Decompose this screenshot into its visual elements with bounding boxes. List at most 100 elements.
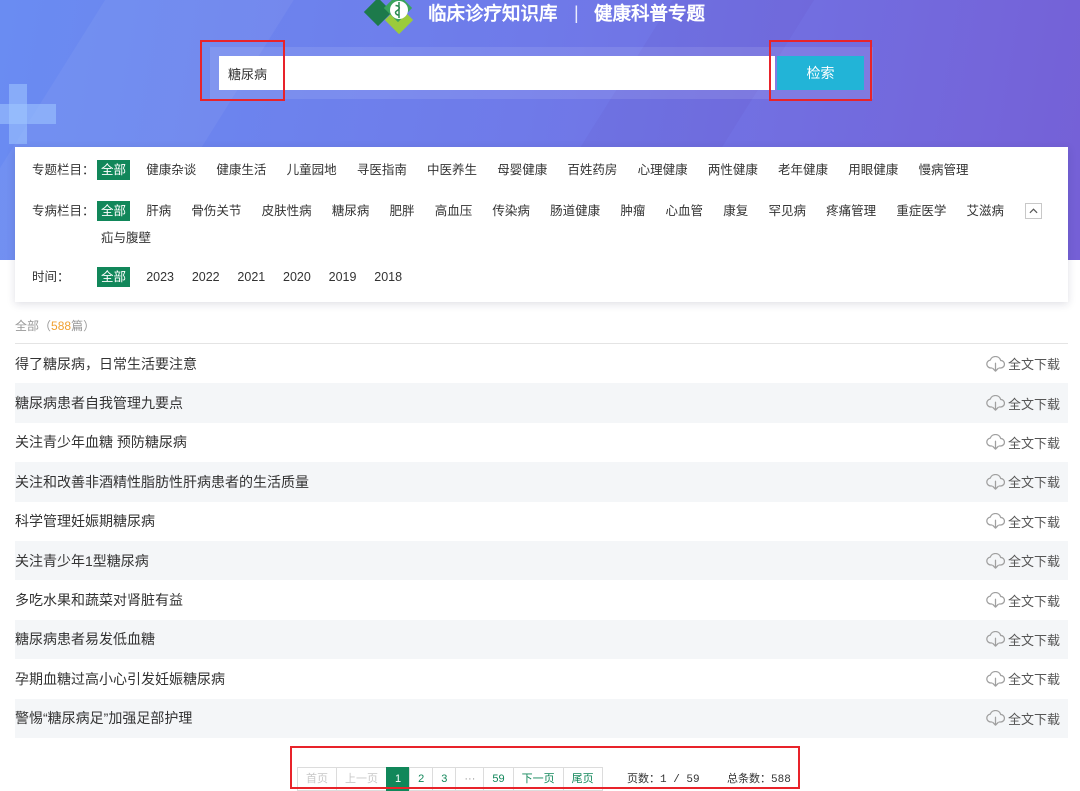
full-text-download-link[interactable]: 全文下载 — [986, 709, 1060, 728]
download-label: 全文下载 — [1007, 357, 1060, 373]
result-title-link[interactable]: 关注青少年血糖 预防糖尿病 — [15, 432, 187, 452]
page-info-value: 1 / 59 — [660, 774, 700, 786]
medical-cross-decoration — [0, 104, 56, 124]
result-title-link[interactable]: 关注和改善非酒精性脂肪性肝病患者的生活质量 — [15, 472, 309, 492]
disease-filter-option[interactable]: 疝与腹壁 — [97, 228, 155, 248]
first-page-button[interactable]: 首页 — [297, 767, 337, 791]
disease-filter-label: 专病栏目： — [32, 204, 95, 218]
disease-filter-option[interactable]: 肝病 — [142, 201, 175, 221]
download-label: 全文下载 — [1007, 396, 1060, 412]
full-text-download-link[interactable]: 全文下载 — [986, 551, 1060, 570]
topic-filter-label: 专题栏目： — [32, 163, 95, 177]
collapse-filter-button[interactable] — [1025, 203, 1042, 219]
download-label: 全文下载 — [1007, 711, 1060, 727]
disease-filter-option[interactable]: 肥胖 — [386, 201, 419, 221]
full-text-download-link[interactable]: 全文下载 — [986, 394, 1060, 413]
result-list: 得了糖尿病，日常生活要注意 全文下载 糖尿病患者自我管理九要点 全文下载 关注青… — [15, 344, 1068, 738]
time-filter-option[interactable]: 2018 — [370, 267, 406, 287]
full-text-download-link[interactable]: 全文下载 — [986, 630, 1060, 649]
disease-filter-option[interactable]: 重症医学 — [892, 201, 950, 221]
disease-filter-option[interactable]: 肠道健康 — [546, 201, 604, 221]
next-page-button[interactable]: 下一页 — [512, 767, 564, 791]
topic-filter-option[interactable]: 健康生活 — [212, 160, 270, 180]
cloud-download-icon — [986, 513, 1005, 530]
time-filter-all-chip[interactable]: 全部 — [97, 267, 131, 287]
cloud-download-icon — [986, 355, 1005, 372]
disease-filter-option[interactable]: 传染病 — [488, 201, 534, 221]
cloud-download-icon — [986, 710, 1005, 726]
topic-filter-option[interactable]: 儿童园地 — [283, 160, 341, 180]
search-button[interactable]: 检索 — [777, 56, 864, 90]
results-count-open: （ — [39, 319, 52, 333]
download-label: 全文下载 — [1007, 475, 1060, 491]
disease-filter-option[interactable]: 肿瘤 — [616, 201, 649, 221]
disease-filter-option[interactable]: 皮肤性病 — [258, 201, 316, 221]
result-title-link[interactable]: 关注青少年1型糖尿病 — [15, 551, 149, 571]
time-filter-option[interactable]: 2021 — [233, 267, 269, 287]
topic-filter-option[interactable]: 用眼健康 — [844, 160, 902, 180]
full-text-download-link[interactable]: 全文下载 — [986, 433, 1060, 452]
page-info-label: 页数： — [627, 773, 660, 785]
topic-filter-option[interactable]: 母婴健康 — [493, 160, 551, 180]
disease-filter-option[interactable]: 艾滋病 — [963, 201, 1009, 221]
result-row: 警惕“糖尿病足”加强足部护理 全文下载 — [15, 698, 1068, 738]
disease-filter-option[interactable]: 高血压 — [431, 201, 477, 221]
download-label: 全文下载 — [1007, 554, 1060, 570]
last-page-number-button[interactable]: 59 — [483, 767, 514, 791]
result-title-link[interactable]: 糖尿病患者自我管理九要点 — [15, 393, 183, 413]
total-count-value: 588 — [771, 774, 791, 786]
full-text-download-link[interactable]: 全文下载 — [986, 512, 1060, 531]
topic-filter-all-chip[interactable]: 全部 — [97, 160, 131, 180]
result-title-link[interactable]: 得了糖尿病，日常生活要注意 — [15, 354, 197, 374]
disease-filter-all-chip[interactable]: 全部 — [97, 201, 131, 221]
result-row: 孕期血糖过高小心引发妊娠糖尿病 全文下载 — [15, 659, 1068, 698]
download-label: 全文下载 — [1007, 632, 1060, 648]
topic-filter-option[interactable]: 慢病管理 — [914, 160, 972, 180]
result-row: 多吃水果和蔬菜对肾脏有益 全文下载 — [15, 580, 1068, 619]
result-title-link[interactable]: 警惕“糖尿病足”加强足部护理 — [15, 708, 192, 728]
disease-filter-options: 全部 肝病 骨伤关节 皮肤性病 糖尿病 肥胖 高血压 传染病 肠道健康 肿瘤 心血管 康复 罕见病 疼痛管… — [97, 201, 1032, 248]
disease-filter-option[interactable]: 糖尿病 — [328, 201, 374, 221]
result-title-link[interactable]: 孕期血糖过高小心引发妊娠糖尿病 — [15, 669, 225, 689]
time-filter-option[interactable]: 2020 — [279, 267, 315, 287]
prev-page-button[interactable]: 上一页 — [336, 767, 387, 791]
disease-filter-option[interactable]: 疼痛管理 — [822, 201, 880, 221]
topic-filter-option[interactable]: 老年健康 — [774, 160, 832, 180]
site-title[interactable]: 临床诊疗知识库 — [428, 4, 558, 24]
page-ellipsis: ··· — [455, 767, 485, 791]
result-title-link[interactable]: 科学管理妊娠期糖尿病 — [15, 511, 155, 531]
disease-filter-option[interactable]: 罕见病 — [764, 201, 810, 221]
page-info: 页数：1 / 59 — [627, 767, 700, 791]
topic-filter-option[interactable]: 百姓药房 — [563, 160, 621, 180]
download-label: 全文下载 — [1007, 672, 1060, 688]
topic-filter-option[interactable]: 中医养生 — [423, 160, 481, 180]
topic-filter-option[interactable]: 心理健康 — [634, 160, 692, 180]
topic-filter-option[interactable]: 寻医指南 — [353, 160, 411, 180]
last-page-button[interactable]: 尾页 — [562, 767, 603, 791]
topic-filter-option[interactable]: 两性健康 — [704, 160, 762, 180]
disease-filter-option[interactable]: 骨伤关节 — [187, 201, 245, 221]
page-button[interactable]: 2 — [409, 767, 434, 791]
page: 临床诊疗知识库 | 健康科普专题 检索 专题栏目： 全部健康杂谈健康生活儿童园地… — [0, 0, 1080, 791]
full-text-download-link[interactable]: 全文下载 — [986, 591, 1060, 610]
result-row: 得了糖尿病，日常生活要注意 全文下载 — [15, 344, 1068, 383]
page-button[interactable]: 3 — [432, 767, 457, 791]
title-divider: | — [574, 3, 579, 23]
full-text-download-link[interactable]: 全文下载 — [986, 472, 1060, 491]
total-count-label: 总条数： — [727, 773, 771, 785]
full-text-download-link[interactable]: 全文下载 — [986, 669, 1060, 688]
result-row: 关注青少年1型糖尿病 全文下载 — [15, 540, 1068, 581]
disease-filter-option[interactable]: 心血管 — [662, 201, 708, 221]
topic-filter-option[interactable]: 健康杂谈 — [142, 160, 200, 180]
time-filter-option[interactable]: 2023 — [142, 267, 178, 287]
page-button-current[interactable]: 1 — [386, 767, 411, 791]
medical-logo-icon[interactable] — [362, 0, 420, 34]
cloud-download-icon — [986, 552, 1005, 569]
result-title-link[interactable]: 糖尿病患者易发低血糖 — [15, 629, 155, 649]
full-text-download-link[interactable]: 全文下载 — [986, 354, 1060, 373]
time-filter-option[interactable]: 2022 — [188, 267, 224, 287]
result-title-link[interactable]: 多吃水果和蔬菜对肾脏有益 — [15, 590, 183, 610]
search-input[interactable] — [219, 56, 775, 90]
disease-filter-option[interactable]: 康复 — [719, 201, 752, 221]
time-filter-option[interactable]: 2019 — [325, 267, 361, 287]
